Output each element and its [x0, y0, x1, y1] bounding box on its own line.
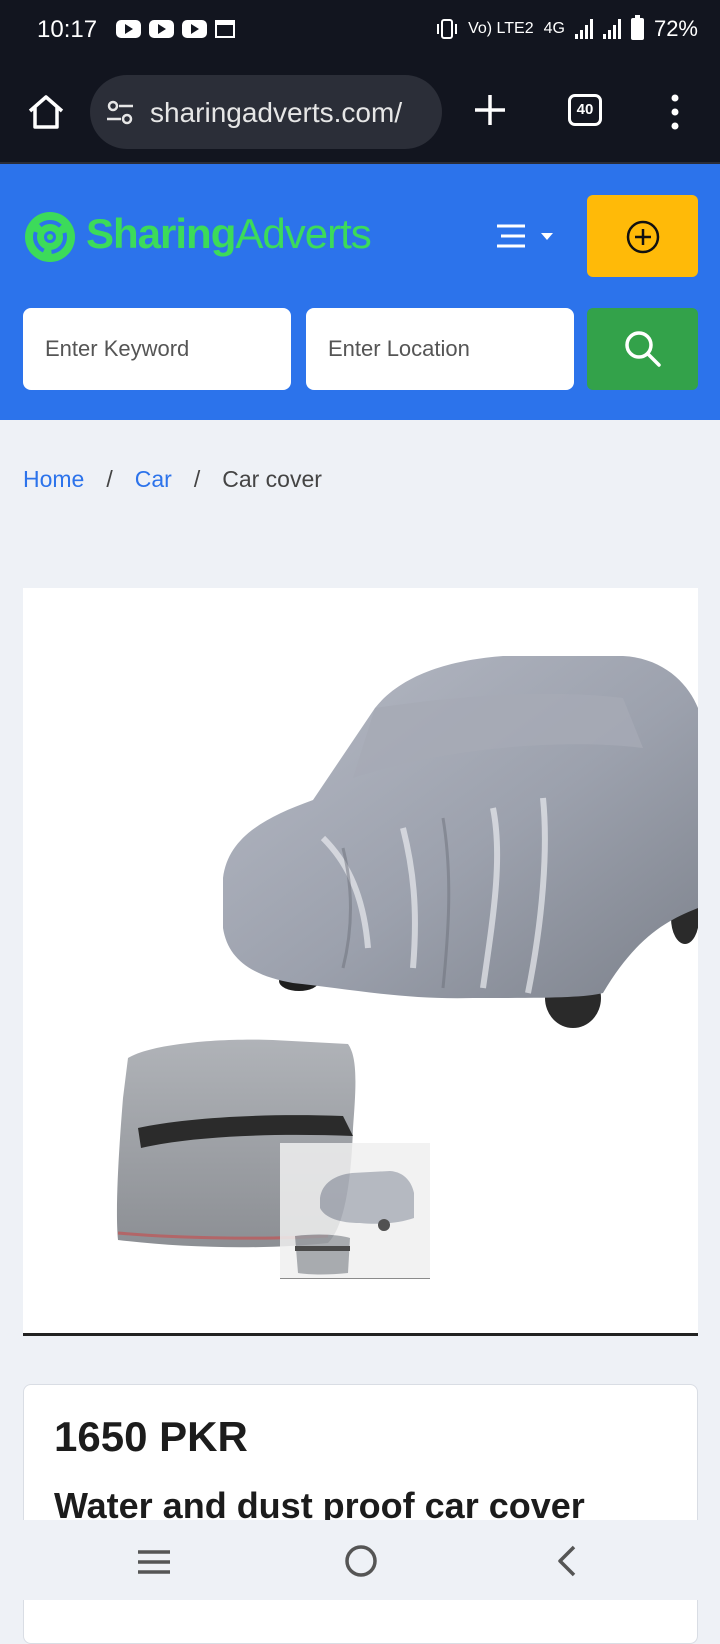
add-circle-icon [626, 220, 660, 254]
network-type: 4G [543, 20, 565, 37]
breadcrumb-car[interactable]: Car [135, 466, 172, 492]
listing-card: 1650 PKR Water and dust proof car cover [23, 1384, 698, 1644]
logo-icon [25, 212, 75, 262]
youtube-icon [182, 20, 207, 38]
youtube-icon [149, 20, 174, 38]
battery-icon [630, 15, 644, 40]
browser-toolbar: sharingadverts.com/ 40 [0, 62, 720, 164]
youtube-icon [116, 20, 141, 38]
post-ad-button[interactable] [587, 195, 698, 277]
home-icon[interactable] [26, 92, 66, 132]
keyword-input[interactable] [23, 308, 291, 390]
battery-level: 72% [653, 16, 698, 41]
system-status: Vo) LTE2 4G 72% [436, 15, 698, 42]
recents-icon[interactable] [136, 1548, 172, 1578]
status-time: 10:17 [37, 16, 98, 43]
breadcrumb-current: Car cover [222, 466, 322, 492]
tabs-button[interactable]: 40 [568, 94, 602, 126]
location-input[interactable] [306, 308, 574, 390]
volte-label: Vo) LTE2 [468, 20, 534, 37]
breadcrumb-home[interactable]: Home [23, 466, 84, 492]
address-bar[interactable]: sharingadverts.com/ [90, 75, 442, 149]
more-vert-icon[interactable] [665, 92, 685, 132]
back-icon[interactable] [554, 1544, 580, 1578]
system-navigation-bar [0, 1520, 720, 1600]
product-image-gallery[interactable] [23, 588, 699, 1336]
plus-icon[interactable] [472, 92, 508, 128]
signal-icon [574, 19, 593, 39]
calendar-icon [215, 20, 235, 38]
notification-icons [116, 20, 235, 38]
site-header: SharingAdverts [0, 164, 720, 420]
status-bar: 10:17 Vo) LTE2 4G 72% [0, 0, 720, 62]
logo-text: SharingAdverts [86, 210, 372, 257]
site-logo[interactable]: SharingAdverts [24, 200, 372, 274]
url-text[interactable]: sharingadverts.com/ [150, 97, 435, 129]
vibrate-icon [437, 19, 458, 39]
menu-icon[interactable] [495, 222, 565, 252]
home-circle-icon[interactable] [344, 1544, 378, 1578]
signal-icon [602, 19, 621, 39]
thumbnail-image[interactable] [280, 1143, 430, 1279]
breadcrumb: Home / Car / Car cover [23, 466, 322, 492]
site-settings-icon[interactable] [105, 99, 135, 127]
listing-price: 1650 PKR [54, 1413, 248, 1460]
search-button[interactable] [587, 308, 698, 390]
search-icon [625, 331, 661, 367]
